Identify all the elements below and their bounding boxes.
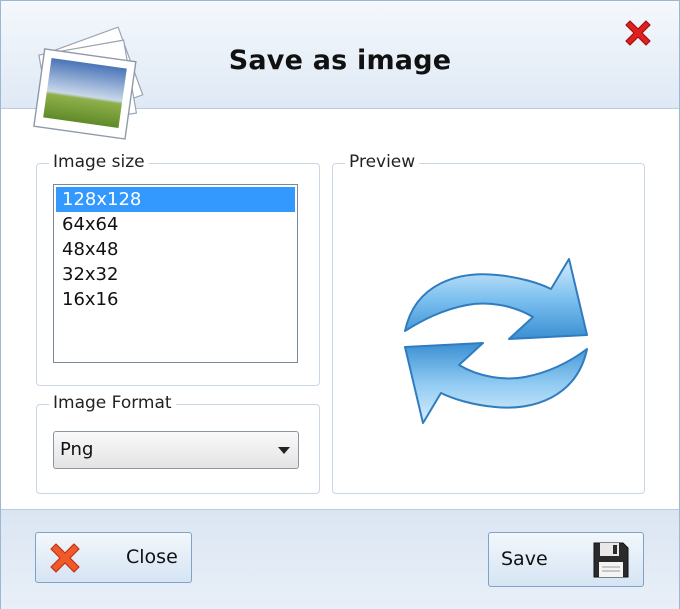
image-size-label: Image size	[49, 152, 149, 172]
floppy-disk-icon	[593, 542, 629, 578]
save-button[interactable]: Save	[488, 532, 644, 587]
close-x-icon[interactable]	[620, 15, 656, 51]
list-item-16[interactable]: 16x16	[56, 287, 295, 312]
refresh-arrows-icon	[404, 258, 588, 424]
list-item-48[interactable]: 48x48	[56, 237, 295, 262]
image-format-select[interactable]: Png	[53, 431, 299, 469]
image-format-value: Png	[60, 439, 94, 460]
list-item-128[interactable]: 128x128	[56, 187, 295, 212]
red-x-icon	[50, 543, 80, 573]
save-as-image-dialog: Save as image Image size 128x128 64x64 4…	[0, 0, 680, 609]
save-button-label: Save	[501, 548, 548, 570]
image-size-listbox[interactable]: 128x128 64x64 48x48 32x32 16x16	[53, 184, 298, 363]
close-button-label: Close	[126, 546, 178, 568]
photo-stack-icon	[33, 26, 144, 140]
list-item-64[interactable]: 64x64	[56, 212, 295, 237]
preview-label: Preview	[345, 152, 420, 172]
chevron-down-icon	[278, 447, 290, 454]
list-item-32[interactable]: 32x32	[56, 262, 295, 287]
image-format-label: Image Format	[49, 393, 176, 413]
close-button[interactable]: Close	[35, 532, 192, 583]
